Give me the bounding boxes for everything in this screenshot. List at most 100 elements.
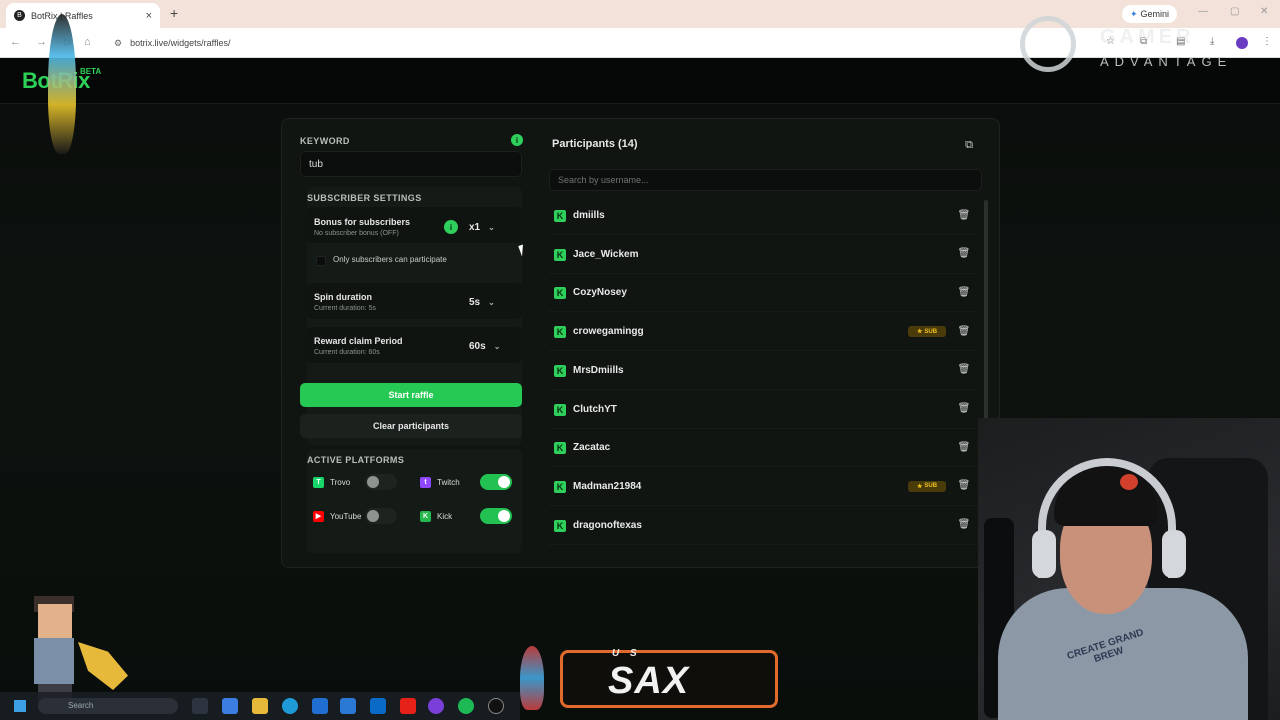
participant-row: K Jace_Wickem 🗑 — [549, 236, 977, 274]
clear-participants-button[interactable]: Clear participants — [300, 414, 522, 438]
forward-icon[interactable]: → — [36, 36, 47, 48]
trash-icon[interactable]: 🗑 — [957, 478, 971, 494]
kick-icon: K — [554, 519, 566, 532]
reward-label: Reward claim Period — [314, 336, 403, 346]
platform-trovo: T Trovo — [313, 473, 350, 491]
taskbar-search[interactable]: Search — [38, 698, 178, 714]
keyword-info-icon[interactable]: i — [511, 134, 523, 146]
gamer-advantage-logo-icon — [1020, 16, 1076, 72]
only-subscribers-checkbox[interactable] — [316, 256, 326, 266]
outlook-icon[interactable] — [370, 698, 386, 714]
youtube-icon: ▶ — [313, 510, 324, 522]
sax-banner-overlay: U S SAX — [520, 646, 780, 712]
back-icon[interactable]: ← — [10, 36, 21, 48]
trash-icon[interactable]: 🗑 — [957, 207, 971, 223]
trovo-toggle[interactable] — [365, 474, 397, 490]
copilot-icon[interactable] — [222, 698, 238, 714]
trovo-icon: T — [313, 476, 324, 488]
kick-icon: K — [554, 210, 566, 222]
platform-kick-label: Kick — [437, 511, 453, 521]
participants-scrollbar[interactable] — [984, 200, 988, 432]
app-icon[interactable] — [312, 698, 328, 714]
platform-kick: K Kick — [420, 507, 452, 525]
spotify-icon[interactable] — [458, 698, 474, 714]
participant-row: Kdragonoftexas 🗑 — [549, 507, 977, 545]
sub-badge: ★ SUB — [908, 326, 946, 338]
spin-duration-value: 5s — [469, 296, 481, 308]
kick-icon: K — [554, 287, 566, 300]
home-icon[interactable]: ⌂ — [84, 36, 91, 48]
url-text: botrix.live/widgets/raffles/ — [130, 38, 231, 48]
trash-icon[interactable]: 🗑 — [957, 439, 971, 455]
reward-sublabel: Current duration: 60s — [314, 349, 380, 356]
store-icon[interactable] — [340, 698, 356, 714]
keyword-label: KEYWORD — [300, 136, 350, 146]
trash-icon[interactable]: 🗑 — [957, 246, 971, 262]
site-info-icon[interactable]: ⚙ — [114, 38, 122, 49]
kick-toggle[interactable] — [480, 508, 512, 524]
platform-trovo-label: Trovo — [330, 477, 351, 487]
chevron-down-icon: ⌄ — [493, 341, 501, 351]
star-icon: ★ — [916, 329, 923, 336]
spin-label: Spin duration — [314, 292, 372, 302]
watermark-top: GAMER — [1100, 26, 1195, 48]
only-subscribers-row: Only subscribers can participate — [307, 249, 522, 273]
youtube-app-icon[interactable] — [400, 698, 416, 714]
beta-badge: BETA — [80, 67, 102, 76]
participant-row: K MrsDmiills 🗑 — [549, 352, 977, 390]
tab-close-icon[interactable]: × — [146, 10, 152, 22]
window-close-icon[interactable]: ✕ — [1260, 6, 1268, 17]
participant-name: MrsDmiills — [573, 364, 624, 376]
twitch-icon: t — [420, 476, 431, 488]
participant-row: K ClutchYT 🗑 — [549, 391, 977, 429]
browser-tab[interactable]: B BotRix | Raffles × — [6, 3, 160, 28]
file-explorer-icon[interactable] — [252, 698, 268, 714]
keyword-input[interactable]: tub — [300, 151, 522, 177]
trash-icon[interactable]: 🗑 — [957, 517, 971, 533]
bonus-multiplier-select[interactable]: x1 ⌄ — [469, 218, 509, 236]
participant-name: Jace_Wickem — [573, 248, 639, 260]
participant-search-input[interactable] — [549, 169, 982, 191]
windows-start-icon[interactable] — [14, 700, 26, 712]
participant-name: Madman21984 — [573, 480, 642, 492]
trash-icon[interactable]: 🗑 — [957, 401, 971, 417]
trash-icon[interactable]: 🗑 — [957, 362, 971, 378]
watermark-bottom: ADVANTAGE — [1100, 54, 1233, 69]
twitch-toggle[interactable] — [480, 474, 512, 490]
spin-sublabel: Current duration: 5s — [314, 305, 376, 312]
menu-kebab-icon[interactable]: ⋮ — [1262, 36, 1272, 47]
trash-icon[interactable]: 🗑 — [957, 323, 971, 339]
start-raffle-button[interactable]: Start raffle — [300, 383, 522, 407]
edge-icon[interactable] — [282, 698, 298, 714]
participant-row: K Madman21984 ★ SUB 🗑 — [549, 468, 977, 506]
trash-icon[interactable]: 🗑 — [957, 284, 971, 300]
sax-small-text: U S — [612, 648, 641, 659]
reward-period-select[interactable]: 60s ⌄ — [469, 337, 509, 355]
participant-name: CozyNosey — [573, 287, 627, 299]
participant-name: ClutchYT — [573, 403, 617, 415]
chevron-down-icon: ⌄ — [488, 297, 495, 307]
participant-name: Zacatac — [573, 442, 611, 454]
platform-youtube-label: YouTube — [330, 511, 362, 521]
obs-icon[interactable] — [488, 698, 504, 714]
kick-icon: K — [554, 480, 566, 493]
participants-list: Kdmiills 🗑 K Jace_Wickem 🗑 K CozyNosey 🗑 Kcroweg… — [549, 197, 977, 557]
participants-title: Participants (14) — [552, 138, 638, 150]
task-view-icon[interactable] — [192, 698, 208, 714]
participant-row: K Zacatac 🗑 — [549, 429, 977, 468]
only-subscribers-label: Only subscribers can participate — [333, 255, 447, 264]
url-field[interactable]: ⚙ botrix.live/widgets/raffles/ — [104, 33, 724, 53]
windows-taskbar: Search — [0, 692, 520, 720]
youtube-toggle[interactable] — [365, 508, 397, 524]
sub-badge-label: SUB — [924, 328, 938, 335]
reward-period-value: 60s — [469, 340, 486, 352]
raffle-settings-panel: KEYWORD i tub SUBSCRIBER SETTINGS Bonus … — [290, 127, 533, 559]
discord-icon[interactable] — [428, 698, 444, 714]
spin-duration-select[interactable]: 5s ⌄ — [469, 293, 509, 311]
gamer-advantage-watermark: GAMER ADVANTAGE — [1020, 16, 1250, 76]
active-platforms-title: ACTIVE PLATFORMS — [307, 455, 405, 465]
new-tab-button[interactable]: + — [170, 5, 178, 21]
bonus-info-icon[interactable]: i — [444, 220, 458, 234]
star-icon: ★ — [916, 483, 923, 490]
copy-icon[interactable]: ⧉ — [961, 137, 977, 153]
